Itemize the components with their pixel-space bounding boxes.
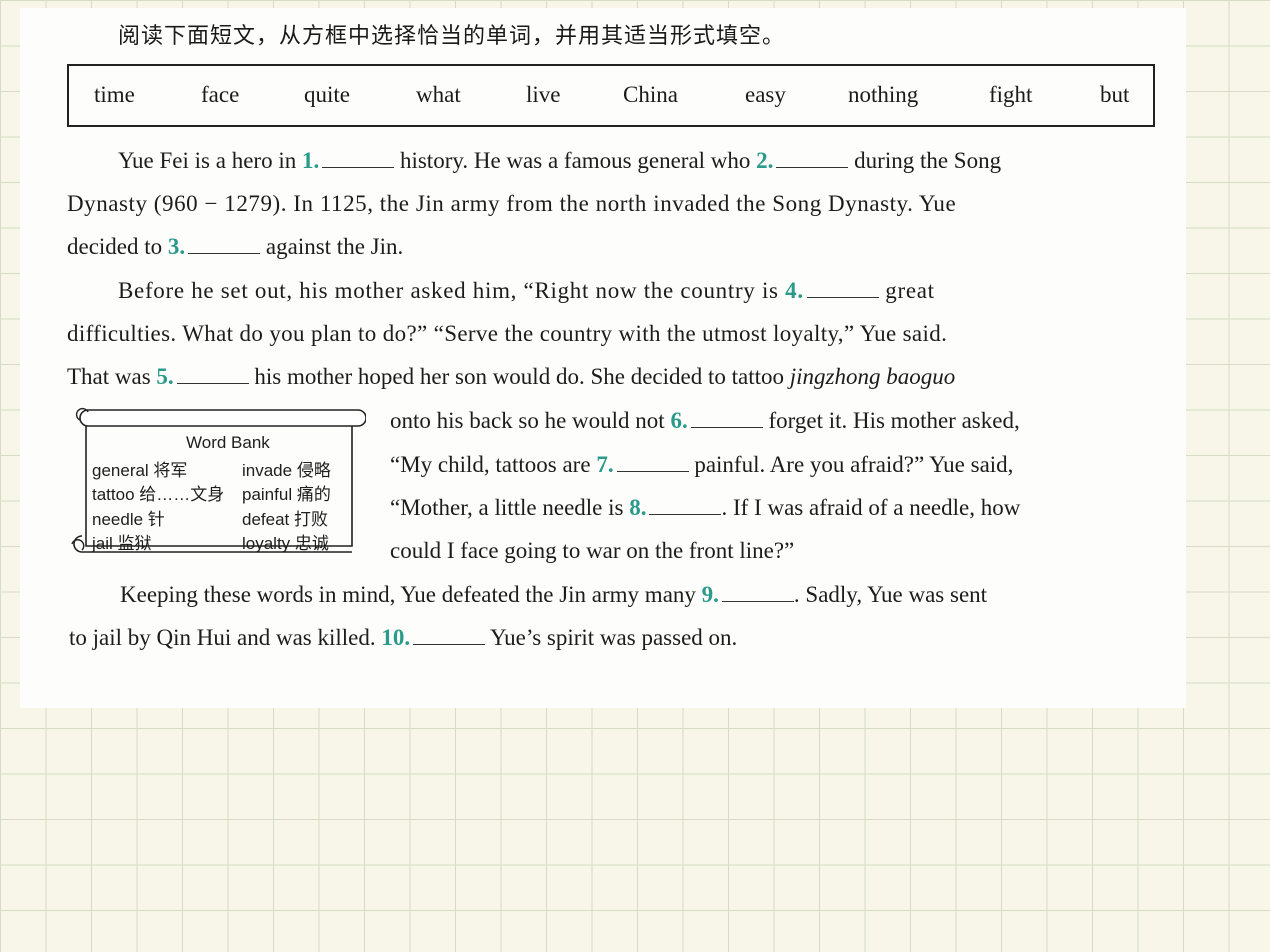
blank-number: 7. xyxy=(596,452,614,477)
passage-line: Dynasty (960 − 1279). In 1125, the Jin a… xyxy=(67,191,957,216)
passage-line: decided to 3. against the Jin. xyxy=(67,234,403,260)
word-box-item: nothing xyxy=(848,82,919,107)
word-bank-scroll: Word Bank general 将军 invade 侵略 tattoo 给…… xyxy=(66,406,366,562)
answer-blank[interactable] xyxy=(413,626,486,645)
passage-line: could I face going to war on the front l… xyxy=(390,538,795,563)
passage-line: “My child, tattoos are 7. painful. Are y… xyxy=(390,452,1013,478)
passage-line: Yue Fei is a hero in 1. history. He was … xyxy=(118,148,1001,174)
passage-line: difficulties. What do you plan to do?” “… xyxy=(67,321,948,346)
word-bank-title: Word Bank xyxy=(186,433,270,452)
word-box-item: time xyxy=(94,82,135,107)
word-bank-item: tattoo 给……文身 xyxy=(92,485,225,504)
answer-blank[interactable] xyxy=(649,496,722,515)
passage-text: great xyxy=(885,278,935,303)
answer-blank[interactable] xyxy=(776,149,849,168)
answer-blank[interactable] xyxy=(806,279,879,298)
passage-text: during the Song xyxy=(854,148,1002,173)
blank-number: 3. xyxy=(167,234,186,259)
answer-blank[interactable] xyxy=(188,235,261,254)
passage-text: Keeping these words in mind, Yue defeate… xyxy=(120,582,696,607)
passage-text: Yue Fei is a hero in xyxy=(118,148,297,173)
passage-text: . Sadly, Yue was sent xyxy=(793,582,988,607)
word-box-item: face xyxy=(201,82,240,107)
word-box-item: but xyxy=(1100,82,1130,107)
passage-text: his mother hoped her son would do. She d… xyxy=(254,364,784,389)
passage-text: to jail by Qin Hui and was killed. xyxy=(69,625,376,650)
instruction-text: 阅读下面短文，从方框中选择恰当的单词，并用其适当形式填空。 xyxy=(118,24,786,49)
word-box-item: live xyxy=(526,82,561,107)
passage-text: onto his back so he would not xyxy=(390,408,665,433)
passage-text: painful. Are you afraid?” Yue said, xyxy=(694,452,1014,477)
passage-text: history. He was a famous general who xyxy=(399,148,751,173)
passage-text: That was xyxy=(67,364,151,389)
passage-line: That was 5. his mother hoped her son wou… xyxy=(67,364,955,390)
word-box-item: quite xyxy=(304,82,350,107)
word-box-item: easy xyxy=(745,82,786,107)
word-bank-item: jail 监狱 xyxy=(92,534,152,553)
passage-text: Before he set out, his mother asked him,… xyxy=(118,278,779,303)
passage-text: “Mother, a little needle is xyxy=(390,495,624,520)
passage-line: “Mother, a little needle is 8. . If I was… xyxy=(390,495,1020,521)
word-box-item: what xyxy=(416,82,461,107)
blank-number: 5. xyxy=(156,364,174,389)
passage-line: onto his back so he would not 6. forget … xyxy=(390,408,1020,434)
word-bank-item: painful 痛的 xyxy=(242,485,331,504)
blank-number: 8. xyxy=(629,495,647,520)
word-box-item: China xyxy=(623,82,678,107)
passage-text: decided to xyxy=(67,234,163,259)
word-bank-item: invade 侵略 xyxy=(242,461,331,480)
passage-text: against the Jin. xyxy=(265,234,404,259)
word-bank-item: needle 针 xyxy=(92,510,165,529)
passage-text: . If I was afraid of a needle, how xyxy=(721,495,1021,520)
passage-text: forget it. His mother asked, xyxy=(768,408,1020,433)
blank-number: 2. xyxy=(756,148,774,173)
passage-italic-text: jingzhong baoguo xyxy=(789,364,956,389)
blank-number: 9. xyxy=(701,582,719,607)
blank-number: 6. xyxy=(670,408,688,433)
answer-blank[interactable] xyxy=(322,149,395,168)
word-bank-item: defeat 打败 xyxy=(242,510,328,529)
answer-blank[interactable] xyxy=(721,583,794,602)
word-bank-item: general 将军 xyxy=(92,461,188,480)
blank-number: 10. xyxy=(381,625,411,650)
passage-text: Yue’s spirit was passed on. xyxy=(490,625,738,650)
word-box-item: fight xyxy=(989,82,1033,107)
word-box: time face quite what live China easy not… xyxy=(67,64,1155,127)
word-bank-item: loyalty 忠诚 xyxy=(242,534,329,553)
passage-line: Before he set out, his mother asked him,… xyxy=(118,278,935,304)
answer-blank[interactable] xyxy=(616,453,689,472)
blank-number: 1. xyxy=(301,148,320,173)
passage-line: Keeping these words in mind, Yue defeate… xyxy=(120,582,987,608)
passage-text: “My child, tattoos are xyxy=(390,452,591,477)
answer-blank[interactable] xyxy=(176,365,249,384)
blank-number: 4. xyxy=(785,278,804,303)
passage-line: to jail by Qin Hui and was killed. 10. Y… xyxy=(69,625,737,651)
answer-blank[interactable] xyxy=(690,409,763,428)
